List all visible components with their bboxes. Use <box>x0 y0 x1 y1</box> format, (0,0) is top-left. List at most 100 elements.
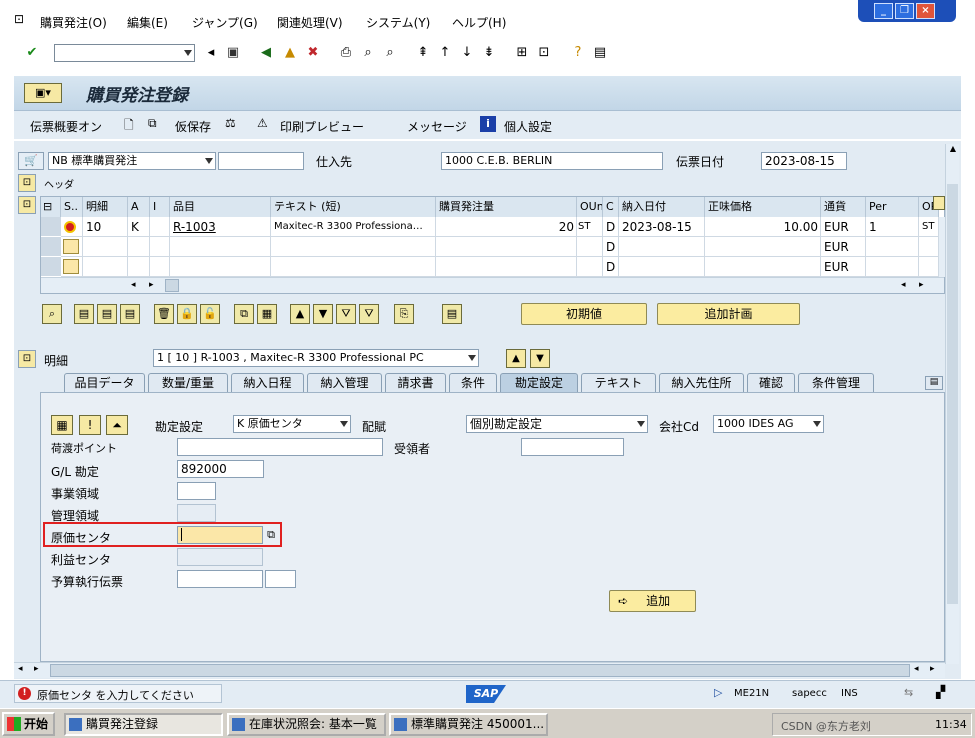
menu-purchase-order[interactable]: 購買発注(O) <box>40 14 107 31</box>
tab-delivery-address[interactable]: 納入先住所 <box>659 373 744 392</box>
tab-quantity-weight[interactable]: 数量/重量 <box>148 373 228 392</box>
help-icon[interactable]: ? <box>570 45 586 61</box>
select-block-icon[interactable]: ▤ <box>97 304 117 324</box>
cell-delivery-date[interactable] <box>619 257 705 277</box>
cell-quantity[interactable] <box>436 237 577 257</box>
col-header-material[interactable]: 品目 <box>170 197 271 217</box>
col-header-a[interactable]: A <box>128 197 150 217</box>
hold-button[interactable]: 仮保存 <box>175 118 211 135</box>
cell-op[interactable]: ST <box>919 217 939 237</box>
left-arrow-icon[interactable]: ◂ <box>203 45 219 61</box>
tab-material-data[interactable]: 品目データ <box>64 373 145 392</box>
col-header-currency[interactable]: 通貨 <box>821 197 866 217</box>
col-header-i[interactable]: I <box>150 197 170 217</box>
unloading-point-field[interactable] <box>177 438 383 456</box>
col-header-c[interactable]: C <box>603 197 619 217</box>
tab-list-icon[interactable]: ▤ <box>925 376 943 390</box>
row-selector[interactable] <box>41 237 61 257</box>
menu-goto[interactable]: ジャンプ(G) <box>192 14 258 31</box>
tab-texts[interactable]: テキスト <box>581 373 656 392</box>
tab-delivery-schedule[interactable]: 納入日程 <box>231 373 304 392</box>
cell-short-text[interactable] <box>271 257 436 277</box>
scroll-left-icon[interactable]: ◂ <box>914 664 919 674</box>
col-header-oun[interactable]: OUn <box>577 197 603 217</box>
next-page-icon[interactable]: ↓ <box>459 45 475 61</box>
cell-material[interactable] <box>170 257 271 277</box>
doc-date-field[interactable]: 2023-08-15 <box>761 152 847 170</box>
scroll-right-icon[interactable]: ▸ <box>930 664 935 674</box>
cell-per[interactable] <box>866 237 919 257</box>
menu-system[interactable]: システム(Y) <box>366 14 430 31</box>
cell-op[interactable] <box>919 257 939 277</box>
earmarked-funds-field[interactable] <box>177 570 263 588</box>
cell-delivery-date[interactable] <box>619 237 705 257</box>
grid-icon[interactable]: ▦ <box>257 304 277 324</box>
cell-net-price[interactable]: 10.00 <box>705 217 821 237</box>
scroll-up-icon[interactable]: ▲ <box>946 144 960 156</box>
cell-short-text[interactable] <box>271 237 436 257</box>
cell-currency[interactable]: EUR <box>821 217 866 237</box>
scroll-thumb[interactable] <box>50 664 910 677</box>
cell-currency[interactable]: EUR <box>821 237 866 257</box>
filter-settings-icon[interactable]: ⛛ <box>359 304 379 324</box>
item-detail-collapse-icon[interactable]: ⊡ <box>18 350 36 368</box>
scroll-thumb[interactable] <box>947 184 958 604</box>
enter-check-icon[interactable]: ✔ <box>24 45 40 61</box>
add-planning-button[interactable]: 追加計画 <box>657 303 800 325</box>
cell-oun[interactable]: ST <box>577 217 603 237</box>
col-header-delivery-date[interactable]: 納入日付 <box>619 197 705 217</box>
status-message-area[interactable]: ! 原価センタ を入力してください <box>14 684 222 703</box>
cost-center-input[interactable] <box>177 526 263 544</box>
exit-icon[interactable]: ▲ <box>282 45 298 61</box>
doc-type-cart-icon[interactable]: 🛒 <box>18 152 44 170</box>
company-code-select[interactable]: 1000 IDES AG <box>713 415 824 433</box>
earmarked-funds-item-field[interactable] <box>265 570 296 588</box>
table-horizontal-scrollbar[interactable]: ◂ ▸ ◂ ▸ <box>41 277 944 293</box>
check-icon[interactable]: ⚖ <box>225 116 236 130</box>
cell-a[interactable] <box>128 237 150 257</box>
menu-edit[interactable]: 編集(E) <box>127 14 168 31</box>
add-button[interactable]: ➪ 追加 <box>609 590 696 612</box>
cell-material[interactable] <box>170 237 271 257</box>
column-settings-icon[interactable] <box>933 196 945 210</box>
document-icon[interactable]: ▤ <box>442 304 462 324</box>
col-header-item[interactable]: 明細 <box>83 197 128 217</box>
tab-account-assignment[interactable]: 勘定設定 <box>500 373 578 392</box>
transaction-menu-icon[interactable]: ▣▾ <box>24 83 62 103</box>
scroll-left-icon[interactable]: ◂ <box>131 280 136 290</box>
messages-button[interactable]: メッセージ <box>407 118 467 135</box>
recipient-field[interactable] <box>521 438 624 456</box>
prev-page-icon[interactable]: ↑ <box>437 45 453 61</box>
info-exclamation-icon[interactable]: ! <box>79 415 101 435</box>
triangle-icon[interactable]: ⏶ <box>106 415 128 435</box>
deselect-icon[interactable]: ▤ <box>120 304 140 324</box>
cell-per[interactable] <box>866 257 919 277</box>
scroll-left-icon[interactable]: ◂ <box>18 664 23 674</box>
new-session-icon[interactable]: ⊞ <box>514 45 530 61</box>
cell-per[interactable]: 1 <box>866 217 919 237</box>
shortcut-icon[interactable]: ⊡ <box>536 45 552 61</box>
search-help-icon[interactable]: ⧉ <box>264 527 278 542</box>
distribution-select[interactable]: 個別勘定設定 <box>466 415 648 433</box>
cancel-icon[interactable]: ✖ <box>305 45 321 61</box>
cell-c[interactable]: D <box>603 217 619 237</box>
resize-grip-icon[interactable]: ▞ <box>936 685 945 699</box>
cell-c[interactable]: D <box>603 257 619 277</box>
cell-quantity[interactable]: 20 <box>436 217 577 237</box>
cell-item[interactable] <box>83 257 128 277</box>
filter-icon[interactable]: ⛛ <box>336 304 356 324</box>
attachment-icon[interactable]: ⎘ <box>394 304 414 324</box>
cell-net-price[interactable] <box>705 237 821 257</box>
cell-oun[interactable] <box>577 237 603 257</box>
details-icon[interactable]: ⌕ <box>42 304 62 324</box>
unlock-icon[interactable]: 🔓 <box>200 304 220 324</box>
col-header-per[interactable]: Per <box>866 197 919 217</box>
cell-net-price[interactable] <box>705 257 821 277</box>
print-preview-icon[interactable]: ⚠ <box>257 116 268 130</box>
col-header-quantity[interactable]: 購買発注量 <box>436 197 577 217</box>
restore-icon[interactable]: ❐ <box>895 3 914 19</box>
close-icon[interactable]: × <box>916 3 935 19</box>
main-horizontal-scrollbar[interactable]: ◂ ▸ ◂ ▸ <box>14 662 945 678</box>
col-header-net-price[interactable]: 正味価格 <box>705 197 821 217</box>
info-icon[interactable]: i <box>480 116 496 132</box>
